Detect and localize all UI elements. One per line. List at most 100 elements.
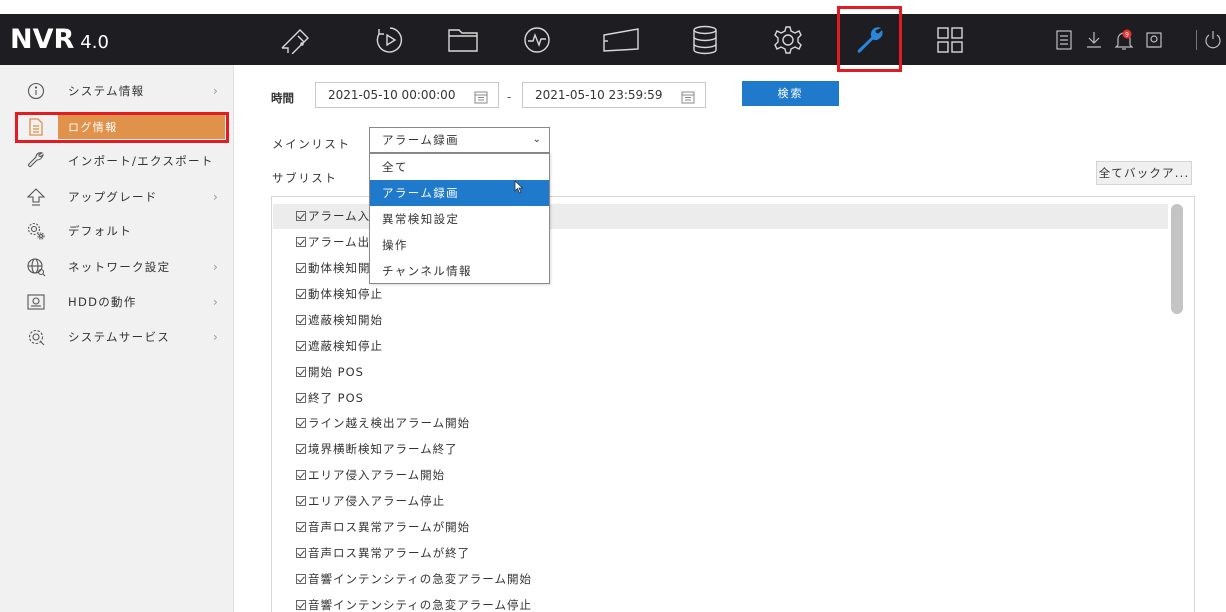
scrollbar-thumb[interactable] bbox=[1171, 204, 1183, 314]
list-item[interactable]: エリア侵入アラーム停止 bbox=[296, 491, 445, 511]
chevron-right-icon: › bbox=[213, 295, 218, 309]
logo-main: NVR bbox=[10, 24, 75, 55]
dropdown-option[interactable]: チャンネル情報 bbox=[370, 258, 549, 284]
mainlist-label: メインリスト bbox=[272, 137, 351, 151]
list-item[interactable]: アラーム入 bbox=[296, 206, 370, 226]
nvr-logo: NVR 4.0 bbox=[10, 24, 109, 56]
configuration-icon[interactable] bbox=[763, 14, 813, 65]
checkbox[interactable] bbox=[296, 315, 306, 325]
download-icon[interactable] bbox=[1080, 14, 1108, 65]
checkbox[interactable] bbox=[296, 418, 306, 428]
storage-icon[interactable] bbox=[680, 14, 730, 65]
checkbox[interactable] bbox=[296, 237, 306, 247]
chevron-right-icon: › bbox=[213, 84, 218, 98]
sidebar-item-hdd[interactable]: HDDの動作 › bbox=[0, 285, 234, 319]
backup-all-button[interactable]: 全てバックア... bbox=[1096, 161, 1192, 185]
start-date-value: 2021-05-10 00:00:00 bbox=[328, 88, 456, 102]
sidebar-item-upgrade[interactable]: アップグレード › bbox=[0, 180, 234, 214]
checkbox[interactable] bbox=[296, 574, 306, 584]
mainlist-dropdown: 全て アラーム録画 異常検知設定 操作 チャンネル情報 bbox=[369, 153, 550, 284]
checkbox[interactable] bbox=[296, 263, 306, 273]
chevron-right-icon: › bbox=[213, 260, 218, 274]
list-item[interactable]: 動体検知停止 bbox=[296, 284, 383, 304]
power-icon[interactable] bbox=[1200, 14, 1226, 65]
alarm-badge: 9 bbox=[1125, 31, 1129, 38]
maintenance-highlight-box bbox=[837, 6, 902, 72]
checkbox[interactable] bbox=[296, 367, 306, 377]
calendar-icon[interactable] bbox=[474, 88, 488, 104]
calendar-icon[interactable] bbox=[681, 88, 695, 104]
checkbox[interactable] bbox=[296, 470, 306, 480]
topbar-divider bbox=[1196, 30, 1197, 50]
list-item[interactable]: ライン越え検出アラーム開始 bbox=[296, 413, 470, 433]
file-icon[interactable] bbox=[438, 14, 488, 65]
info-icon bbox=[26, 81, 46, 101]
sidebar-item-system-service[interactable]: システムサービス › bbox=[0, 320, 234, 354]
dropdown-option[interactable]: 異常検知設定 bbox=[370, 206, 549, 232]
log-icon[interactable] bbox=[1050, 14, 1078, 65]
search-button[interactable]: 検索 bbox=[742, 81, 839, 106]
list-item[interactable]: 境界横断検知アラーム終了 bbox=[296, 439, 458, 459]
mainlist-selected-value: アラーム録画 bbox=[382, 133, 460, 147]
list-item[interactable]: エリア侵入アラーム開始 bbox=[296, 465, 445, 485]
notification-icon[interactable] bbox=[1140, 14, 1168, 65]
sidebar-item-label: システム情報 bbox=[68, 84, 145, 98]
alarm-icon[interactable]: 9 bbox=[1110, 14, 1138, 65]
checkbox[interactable] bbox=[296, 444, 306, 454]
dropdown-option[interactable]: 全て bbox=[370, 154, 549, 180]
list-item[interactable]: 開始 POS bbox=[296, 362, 364, 382]
sidebar-item-label: デフォルト bbox=[68, 224, 132, 238]
list-item[interactable]: 動体検知開 bbox=[296, 258, 371, 278]
sidebar-item-label: システムサービス bbox=[68, 330, 171, 344]
list-item[interactable]: アラーム出 bbox=[296, 232, 370, 252]
list-item[interactable]: 遮蔽検知停止 bbox=[296, 336, 383, 356]
default-icon bbox=[26, 221, 46, 241]
sidebar-item-label: HDDの動作 bbox=[68, 295, 137, 309]
checkbox[interactable] bbox=[296, 548, 306, 558]
checkbox[interactable] bbox=[296, 600, 306, 610]
logo-version: 4.0 bbox=[80, 32, 109, 53]
sidebar-item-default[interactable]: デフォルト bbox=[0, 214, 234, 248]
start-date-field[interactable]: 2021-05-10 00:00:00 bbox=[315, 82, 499, 108]
dropdown-option[interactable]: 操作 bbox=[370, 232, 549, 258]
sublist-label: サブリスト bbox=[272, 171, 338, 185]
end-date-field[interactable]: 2021-05-10 23:59:59 bbox=[522, 82, 706, 108]
mainlist-select[interactable]: アラーム録画 ⌄ bbox=[369, 127, 550, 153]
network-icon bbox=[26, 257, 46, 277]
time-label: 時間 bbox=[271, 91, 294, 105]
camera-icon[interactable] bbox=[596, 14, 646, 65]
mouse-cursor-icon bbox=[514, 179, 524, 194]
chevron-right-icon: › bbox=[213, 190, 218, 204]
checkbox[interactable] bbox=[296, 211, 306, 221]
import-export-icon bbox=[26, 151, 46, 171]
hdd-icon bbox=[26, 292, 46, 312]
sidebar-item-import-export[interactable]: インポート/エクスポート bbox=[0, 144, 234, 178]
checkbox[interactable] bbox=[296, 496, 306, 506]
sidebar-item-network[interactable]: ネットワーク設定 › bbox=[0, 250, 234, 284]
checkbox[interactable] bbox=[296, 341, 306, 351]
live-view-icon[interactable] bbox=[270, 14, 320, 65]
chevron-down-icon: ⌄ bbox=[532, 134, 541, 145]
checkbox[interactable] bbox=[296, 522, 306, 532]
end-date-value: 2021-05-10 23:59:59 bbox=[535, 88, 663, 102]
sidebar-item-label: アップグレード bbox=[68, 190, 158, 204]
sidebar-item-system-info[interactable]: システム情報 › bbox=[0, 74, 234, 108]
checkbox[interactable] bbox=[296, 393, 306, 403]
system-service-icon bbox=[26, 327, 46, 347]
playback-icon[interactable] bbox=[365, 14, 415, 65]
sidebar-item-label: インポート/エクスポート bbox=[68, 154, 214, 168]
date-separator: - bbox=[507, 90, 512, 104]
chevron-right-icon: › bbox=[213, 330, 218, 344]
list-item[interactable]: 音声ロス異常アラームが開始 bbox=[296, 517, 470, 537]
list-item[interactable]: 音響インテンシティの急変アラーム開始 bbox=[296, 569, 532, 589]
sidebar-item-label: ネットワーク設定 bbox=[68, 260, 171, 274]
checkbox[interactable] bbox=[296, 289, 306, 299]
list-item[interactable]: 音声ロス異常アラームが終了 bbox=[296, 543, 470, 563]
multi-view-icon[interactable] bbox=[925, 14, 975, 65]
list-item[interactable]: 終了 POS bbox=[296, 388, 364, 408]
log-info-highlight-box bbox=[15, 112, 229, 143]
list-item[interactable]: 遮蔽検知開始 bbox=[296, 310, 383, 330]
list-item[interactable]: 音響インテンシティの急変アラーム停止 bbox=[296, 595, 532, 612]
smart-analysis-icon[interactable] bbox=[512, 14, 562, 65]
upgrade-icon bbox=[26, 187, 46, 207]
